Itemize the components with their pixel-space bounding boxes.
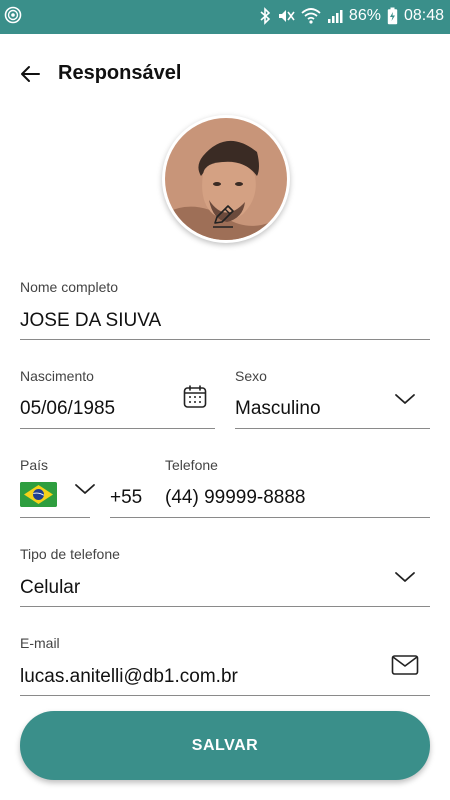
email-underline — [20, 695, 430, 696]
page-title: Responsável — [58, 62, 182, 84]
pencil-edit-icon[interactable] — [208, 201, 238, 231]
profile-photo[interactable] — [162, 115, 290, 243]
email-label: E-mail — [20, 635, 60, 651]
chevron-down-icon[interactable] — [392, 388, 418, 410]
phone-label: Telefone — [165, 457, 218, 473]
email-input[interactable]: lucas.anitelli@db1.com.br — [20, 666, 238, 688]
phone-type-select[interactable]: Celular — [20, 577, 80, 599]
birth-date-underline — [20, 428, 215, 429]
phone-input[interactable]: (44) 99999-8888 — [165, 487, 306, 509]
bluetooth-icon — [259, 7, 271, 25]
phone-underline — [110, 517, 430, 518]
sex-select[interactable]: Masculino — [235, 398, 321, 420]
clock-time: 08:48 — [403, 7, 444, 24]
birth-date-label: Nascimento — [20, 368, 94, 384]
save-button[interactable]: SALVAR — [20, 711, 430, 780]
calendar-icon[interactable] — [181, 383, 209, 411]
dial-code: +55 — [110, 487, 143, 508]
battery-percent: 86% — [348, 7, 381, 24]
wifi-icon — [301, 7, 321, 25]
mute-icon — [277, 7, 295, 25]
full-name-input[interactable]: JOSE DA SIUVA — [20, 310, 161, 332]
phone-type-chevron-down-icon[interactable] — [392, 566, 418, 588]
country-underline — [20, 517, 90, 518]
app-header: Responsável — [0, 34, 450, 114]
birth-date-input[interactable]: 05/06/1985 — [20, 398, 115, 420]
country-chevron-down-icon[interactable] — [72, 478, 98, 500]
brazil-flag-icon[interactable] — [20, 482, 57, 507]
battery-charging-icon — [387, 7, 398, 25]
envelope-icon[interactable] — [390, 652, 420, 678]
country-label: País — [20, 457, 49, 473]
sex-underline — [235, 428, 430, 429]
app-notification-icon — [4, 6, 22, 24]
phone-type-label: Tipo de telefone — [20, 546, 120, 562]
arrow-left-icon — [18, 62, 42, 91]
back-button[interactable] — [16, 62, 44, 90]
sex-label: Sexo — [235, 368, 267, 384]
phone-type-underline — [20, 606, 430, 607]
signal-icon — [327, 8, 343, 24]
full-name-underline — [20, 339, 430, 340]
full-name-label: Nome completo — [20, 279, 119, 295]
status-bar: 86% 08:48 — [0, 0, 450, 34]
